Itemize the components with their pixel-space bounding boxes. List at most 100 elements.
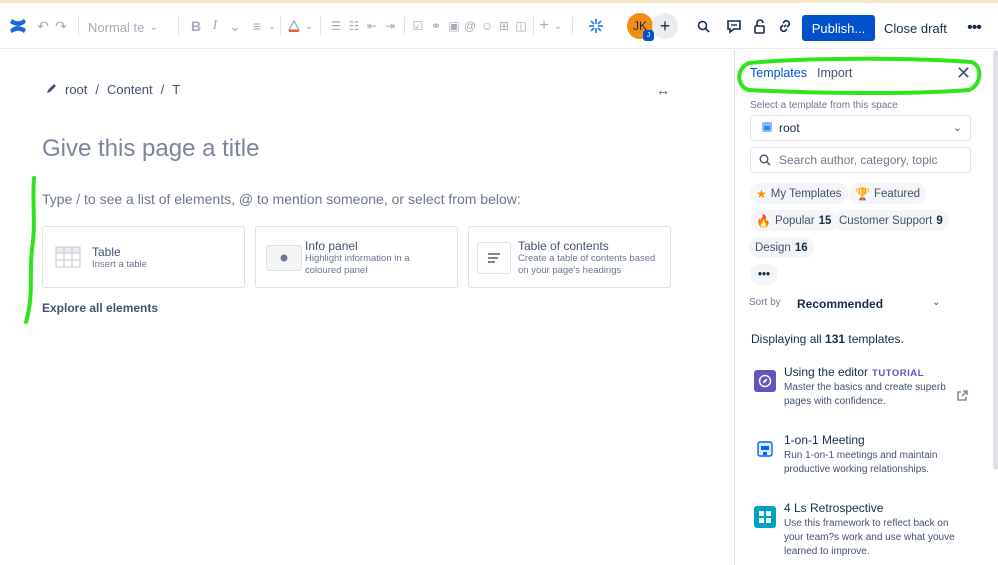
align-icon[interactable]: ≡ [248, 3, 266, 49]
toolbar-divider [404, 17, 405, 35]
template-title: 1-on-1 Meeting [784, 433, 865, 447]
chevron-down-icon[interactable]: ⌄ [303, 3, 315, 49]
panel-scrollbar[interactable] [993, 50, 998, 470]
card-description: Create a table of contents based on your… [518, 253, 656, 276]
layout-icon[interactable]: ◫ [513, 3, 529, 49]
template-title: 4 Ls Retrospective [784, 501, 884, 515]
breadcrumb-separator: / [160, 82, 165, 97]
chip-design[interactable]: Design 16 [749, 237, 814, 258]
tab-import[interactable]: Import [817, 66, 852, 80]
search-icon [759, 154, 771, 166]
table-of-contents-icon [477, 242, 511, 274]
close-draft-button[interactable]: Close draft [884, 15, 947, 41]
confluence-logo-icon[interactable] [6, 3, 30, 49]
chip-count: 16 [794, 241, 808, 254]
emoji-icon[interactable]: ☺ [479, 3, 495, 49]
table-icon[interactable]: ⊞ [496, 3, 512, 49]
space-select-label: Select a template from this space [750, 100, 898, 111]
chip-label: Popular [774, 214, 815, 227]
close-icon[interactable]: ✕ [956, 63, 971, 84]
undo-icon[interactable]: ↶ [34, 3, 52, 49]
panel-tabs: Templates Import [750, 66, 852, 80]
ai-sparkle-icon[interactable] [586, 3, 606, 49]
image-icon[interactable]: ▣ [446, 3, 462, 49]
more-categories-icon[interactable]: ••• [750, 264, 778, 285]
chevron-down-icon[interactable]: ⌄ [266, 3, 278, 49]
chip-count: 15 [818, 214, 832, 227]
toolbar-divider [533, 17, 534, 35]
mention-icon[interactable]: @ [462, 3, 478, 49]
table-element-card[interactable]: Table Insert a table [42, 226, 245, 288]
text-style-select[interactable]: Normal te ⌄ [88, 15, 158, 39]
link-icon[interactable]: ⚭ [428, 3, 444, 49]
chip-count: 9 [936, 214, 943, 227]
template-description: Master the basics and create superb page… [784, 382, 946, 407]
bullet-list-icon[interactable]: ☰ [328, 3, 344, 49]
insert-plus-icon[interactable]: + [536, 3, 552, 49]
text-color-icon[interactable] [286, 3, 302, 49]
bold-icon[interactable]: B [188, 3, 204, 49]
chip-label: Design [755, 241, 791, 254]
compass-icon [754, 370, 776, 392]
editor-toolbar: ↶ ↷ Normal te ⌄ B I ⌄ ≡ ⌄ ⌄ ☰ ☷ ⇤ ⇥ ☑ ⚭ … [0, 3, 998, 49]
outdent-icon[interactable]: ⇤ [364, 3, 380, 49]
explore-all-elements-link[interactable]: Explore all elements [42, 301, 158, 315]
chevron-down-icon: ⌄ [149, 21, 158, 33]
tab-templates[interactable]: Templates [750, 66, 807, 80]
more-options-icon[interactable]: ••• [962, 15, 986, 41]
indent-icon[interactable]: ⇥ [382, 3, 398, 49]
space-select[interactable]: root ⌄ [750, 115, 971, 141]
toolbar-divider [178, 17, 179, 35]
toolbar-divider [572, 17, 573, 35]
breadcrumb-item-current[interactable]: T [172, 82, 180, 97]
card-description: Insert a table [92, 259, 147, 270]
card-title: Table of contents [518, 239, 609, 253]
external-link-icon[interactable] [956, 390, 968, 405]
chevron-down-icon[interactable]: ⌄ [932, 297, 940, 308]
redo-icon[interactable]: ↷ [52, 3, 70, 49]
page-title-input[interactable]: Give this page a title [42, 135, 259, 163]
template-search-input[interactable]: Search author, category, topic [750, 147, 971, 173]
results-suffix: templates. [848, 332, 904, 346]
space-select-value: root [779, 121, 800, 135]
template-description: Run 1-on-1 meetings and maintain product… [784, 450, 938, 475]
card-title: Info panel [305, 239, 358, 253]
chip-featured[interactable]: 🏆 Featured [849, 183, 926, 204]
search-icon[interactable] [694, 3, 712, 49]
card-title: Table [92, 245, 121, 259]
publish-button[interactable]: Publish... [802, 15, 875, 41]
toolbar-divider [320, 17, 321, 35]
breadcrumb-item-root[interactable]: root [65, 82, 87, 97]
chevron-down-icon[interactable]: ⌄ [552, 3, 564, 49]
italic-icon[interactable]: I [207, 3, 223, 49]
more-formatting-icon[interactable]: ⌄ [228, 3, 242, 49]
table-icon [53, 242, 83, 272]
link-icon[interactable] [775, 3, 795, 49]
task-icon[interactable]: ☑ [410, 3, 426, 49]
chevron-down-icon: ⌄ [952, 122, 962, 134]
sort-select-value[interactable]: Recommended [797, 297, 883, 311]
info-panel-element-card[interactable]: Info panel Highlight information in a co… [255, 226, 458, 288]
card-description: Highlight information in a coloured pane… [305, 253, 410, 276]
invite-plus-icon[interactable]: + [652, 13, 678, 39]
pencil-icon [46, 82, 57, 97]
chip-customer-support[interactable]: Customer Support 9 [833, 210, 949, 231]
editor-hint: Type / to see a list of elements, @ to m… [42, 191, 521, 207]
results-count: Displaying all 131 templates. [751, 332, 904, 346]
star-icon: ★ [756, 186, 767, 201]
restrictions-lock-icon[interactable] [750, 3, 770, 49]
breadcrumb-item-content[interactable]: Content [107, 82, 153, 97]
template-title: Using the editor TUTORIAL [784, 365, 924, 379]
table-of-contents-element-card[interactable]: Table of contents Create a table of cont… [468, 226, 671, 288]
toolbar-divider [280, 17, 281, 35]
breadcrumb-separator: / [95, 82, 100, 97]
full-width-toggle-icon[interactable]: ↔ [656, 82, 670, 98]
tutorial-badge: TUTORIAL [872, 368, 924, 379]
numbered-list-icon[interactable]: ☷ [346, 3, 362, 49]
templates-panel: Templates Import ✕ Select a template fro… [734, 50, 998, 565]
chip-popular[interactable]: 🔥 Popular 15 [750, 210, 838, 231]
template-title-text: Using the editor [784, 365, 869, 379]
chip-my-templates[interactable]: ★ My Templates [750, 183, 848, 204]
comment-icon[interactable] [724, 3, 744, 49]
info-icon [266, 245, 302, 271]
